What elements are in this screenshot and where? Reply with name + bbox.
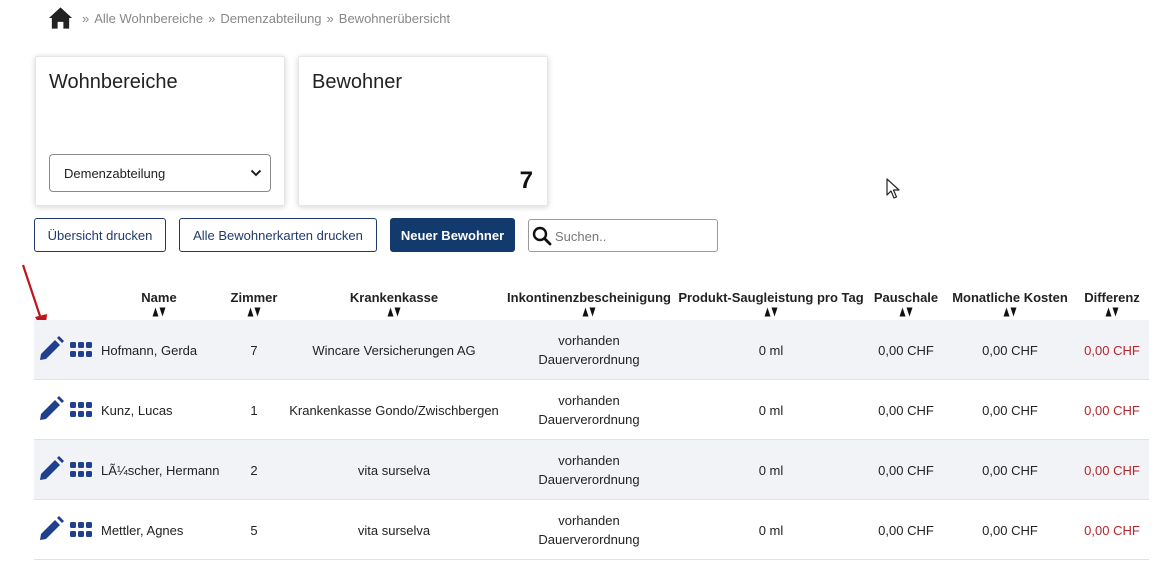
- breadcrumb-all-wohnbereiche[interactable]: Alle Wohnbereiche: [94, 11, 203, 26]
- cell-pauschale: 0,00 CHF: [878, 462, 934, 478]
- cell-bescheinigung: vorhanden Dauerverordnung: [538, 440, 639, 500]
- cell-differenz: 0,00 CHF: [1084, 462, 1140, 478]
- cell-saugleistung: 0 ml: [758, 342, 784, 358]
- pencil-edit-icon[interactable]: [38, 456, 64, 482]
- col-header-krankenkasse[interactable]: Krankenkasse: [350, 290, 438, 305]
- search-icon: [532, 226, 552, 246]
- cell-pauschale: 0,00 CHF: [878, 402, 934, 418]
- cell-krankenkasse: vita surselva: [357, 462, 431, 478]
- sort-icon[interactable]: [152, 307, 166, 317]
- col-header-pauschale[interactable]: Pauschale: [874, 290, 938, 305]
- col-header-inkontinenzbescheinigung[interactable]: Inkontinenzbescheinigung: [507, 290, 671, 305]
- cell-zimmer: 7: [250, 342, 258, 358]
- mouse-cursor-icon: [886, 178, 900, 199]
- table-row[interactable]: LÃ¼scher, Hermann 2 vita surselva vorhan…: [34, 440, 1149, 500]
- col-header-name[interactable]: Name: [141, 290, 176, 305]
- breadcrumb: » Alle Wohnbereiche » Demenzabteilung » …: [48, 6, 450, 30]
- bescheinigung-type: Dauerverordnung: [538, 352, 640, 367]
- bescheinigung-status: vorhanden: [558, 393, 620, 408]
- chevron-down-icon: [250, 169, 262, 177]
- wohnbereich-select-value: Demenzabteilung: [64, 165, 166, 181]
- table-row[interactable]: Kunz, Lucas 1 Krankenkasse Gondo/Zwischb…: [34, 380, 1149, 440]
- wohnbereiche-card: Wohnbereiche Demenzabteilung: [35, 56, 285, 206]
- cell-kosten: 0,00 CHF: [982, 342, 1038, 358]
- table-row[interactable]: Mettler, Agnes 5 vita surselva vorhanden…: [34, 500, 1149, 560]
- cell-differenz: 0,00 CHF: [1084, 402, 1140, 418]
- cell-bescheinigung: vorhanden Dauerverordnung: [538, 320, 639, 380]
- cell-saugleistung: 0 ml: [758, 462, 784, 478]
- cell-name: Kunz, Lucas: [101, 402, 173, 418]
- col-header-saugleistung[interactable]: Produkt-Saugleistung pro Tag: [678, 290, 863, 305]
- col-header-zimmer[interactable]: Zimmer: [231, 290, 278, 305]
- wohnbereiche-title: Wohnbereiche: [49, 71, 178, 93]
- wohnbereich-select[interactable]: Demenzabteilung: [49, 154, 271, 192]
- print-overview-button[interactable]: Übersicht drucken: [34, 218, 166, 252]
- sort-icon[interactable]: [764, 307, 778, 317]
- bescheinigung-status: vorhanden: [558, 513, 620, 528]
- cell-kosten: 0,00 CHF: [982, 462, 1038, 478]
- cell-zimmer: 2: [250, 462, 258, 478]
- grid-menu-icon[interactable]: [70, 342, 92, 357]
- bescheinigung-status: vorhanden: [558, 453, 620, 468]
- breadcrumb-separator: »: [208, 10, 216, 26]
- cell-krankenkasse: vita surselva: [357, 522, 431, 538]
- bescheinigung-status: vorhanden: [558, 333, 620, 348]
- pencil-edit-icon[interactable]: [38, 336, 64, 362]
- cell-saugleistung: 0 ml: [758, 522, 784, 538]
- cell-zimmer: 1: [250, 402, 258, 418]
- bewohner-count: 7: [519, 167, 533, 194]
- cell-pauschale: 0,00 CHF: [878, 522, 934, 538]
- breadcrumb-separator: »: [326, 10, 334, 26]
- cell-bescheinigung: vorhanden Dauerverordnung: [538, 500, 639, 560]
- bescheinigung-type: Dauerverordnung: [538, 412, 640, 427]
- cell-saugleistung: 0 ml: [758, 402, 784, 418]
- table-row[interactable]: Hofmann, Gerda 7 Wincare Versicherungen …: [34, 320, 1149, 380]
- sort-icon[interactable]: [1003, 307, 1017, 317]
- bescheinigung-type: Dauerverordnung: [538, 532, 640, 547]
- cell-bescheinigung: vorhanden Dauerverordnung: [538, 380, 639, 440]
- pencil-edit-icon[interactable]: [38, 396, 64, 422]
- home-icon[interactable]: [48, 6, 73, 30]
- bewohner-title: Bewohner: [312, 71, 403, 93]
- cell-kosten: 0,00 CHF: [982, 402, 1038, 418]
- sort-icon[interactable]: [1105, 307, 1119, 317]
- pencil-edit-icon[interactable]: [38, 516, 64, 542]
- cell-name: LÃ¼scher, Hermann: [101, 462, 220, 478]
- search-box: [528, 219, 718, 252]
- cell-zimmer: 5: [250, 522, 258, 538]
- breadcrumb-separator: »: [82, 10, 90, 26]
- cell-differenz: 0,00 CHF: [1084, 342, 1140, 358]
- grid-menu-icon[interactable]: [70, 522, 92, 537]
- grid-menu-icon[interactable]: [70, 402, 92, 417]
- bewohner-card: Bewohner 7: [298, 56, 548, 206]
- sort-icon[interactable]: [247, 307, 261, 317]
- cell-krankenkasse: Krankenkasse Gondo/Zwischbergen: [289, 402, 499, 418]
- bescheinigung-type: Dauerverordnung: [538, 472, 640, 487]
- print-cards-button[interactable]: Alle Bewohnerkarten drucken: [179, 218, 377, 252]
- col-header-differenz[interactable]: Differenz: [1084, 290, 1140, 305]
- cell-kosten: 0,00 CHF: [982, 522, 1038, 538]
- sort-icon[interactable]: [387, 307, 401, 317]
- grid-menu-icon[interactable]: [70, 462, 92, 477]
- search-input[interactable]: [553, 222, 717, 251]
- cell-differenz: 0,00 CHF: [1084, 522, 1140, 538]
- cell-pauschale: 0,00 CHF: [878, 342, 934, 358]
- cell-name: Mettler, Agnes: [101, 522, 184, 538]
- breadcrumb-demenzabteilung[interactable]: Demenzabteilung: [220, 11, 321, 26]
- cell-krankenkasse: Wincare Versicherungen AG: [312, 342, 476, 358]
- breadcrumb-current: Bewohnerübersicht: [338, 10, 451, 26]
- sort-icon[interactable]: [582, 307, 596, 317]
- sort-icon[interactable]: [899, 307, 913, 317]
- col-header-monatliche-kosten[interactable]: Monatliche Kosten: [952, 290, 1068, 305]
- new-resident-button[interactable]: Neuer Bewohner: [390, 218, 515, 252]
- cell-name: Hofmann, Gerda: [101, 342, 198, 358]
